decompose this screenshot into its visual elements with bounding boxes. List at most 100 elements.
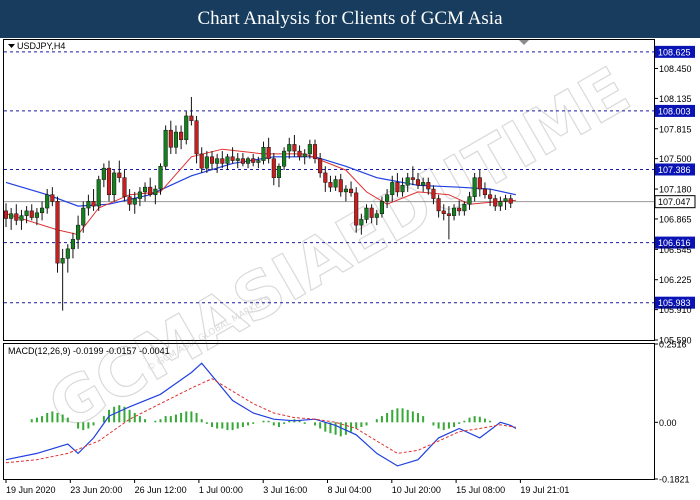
- candle-body[interactable]: [302, 153, 307, 158]
- candle-body[interactable]: [472, 177, 477, 197]
- candle-body[interactable]: [354, 192, 359, 226]
- candle-body[interactable]: [395, 182, 400, 193]
- candle-body[interactable]: [45, 194, 50, 209]
- candle-body[interactable]: [70, 239, 76, 250]
- candle-body[interactable]: [235, 158, 240, 161]
- candle-body[interactable]: [209, 156, 215, 164]
- candle-body[interactable]: [148, 186, 153, 195]
- candle-body[interactable]: [369, 207, 374, 218]
- candle-body[interactable]: [173, 131, 178, 148]
- candle-body[interactable]: [307, 144, 312, 155]
- candle-body[interactable]: [405, 177, 410, 186]
- chart-shift-marker-icon[interactable]: [519, 40, 529, 45]
- candle-body[interactable]: [374, 213, 379, 218]
- candle-body[interactable]: [312, 144, 318, 159]
- candle-body[interactable]: [503, 198, 508, 202]
- candle-body[interactable]: [338, 179, 343, 193]
- candle-body[interactable]: [143, 186, 148, 193]
- candle-body[interactable]: [390, 182, 395, 195]
- dropdown-triangle-icon[interactable]: [8, 44, 15, 48]
- candle-body[interactable]: [261, 147, 266, 161]
- candle-body[interactable]: [132, 198, 137, 205]
- candle-body[interactable]: [488, 194, 493, 199]
- candle-body[interactable]: [359, 219, 364, 226]
- candle-body[interactable]: [127, 196, 132, 205]
- candle-body[interactable]: [400, 185, 405, 193]
- candle-body[interactable]: [431, 188, 436, 199]
- candle-body[interactable]: [184, 115, 189, 140]
- candle-body[interactable]: [153, 188, 158, 195]
- candle-body[interactable]: [379, 201, 384, 214]
- candle-body[interactable]: [328, 182, 333, 188]
- candle-body[interactable]: [436, 198, 441, 212]
- candle-body[interactable]: [498, 201, 503, 207]
- chart-area[interactable]: GCMASIAEDUTIME © GCM ASIA GLOBAL MARKETS…: [0, 38, 700, 500]
- candle-body[interactable]: [86, 201, 91, 209]
- candle-body[interactable]: [441, 210, 446, 214]
- candle-body[interactable]: [421, 182, 426, 186]
- candle-body[interactable]: [60, 258, 65, 264]
- candle-body[interactable]: [462, 203, 467, 212]
- candle-body[interactable]: [112, 172, 117, 195]
- candle-body[interactable]: [246, 158, 251, 164]
- candle-body[interactable]: [34, 212, 39, 218]
- candle-body[interactable]: [96, 179, 101, 207]
- candle-body[interactable]: [29, 210, 34, 218]
- candle-body[interactable]: [287, 144, 292, 152]
- candle-body[interactable]: [482, 188, 487, 195]
- candle-body[interactable]: [457, 207, 462, 212]
- candle-body[interactable]: [323, 172, 328, 183]
- candle-body[interactable]: [101, 167, 106, 180]
- candle-body[interactable]: [426, 182, 431, 190]
- candle-body[interactable]: [194, 120, 199, 155]
- candle-body[interactable]: [55, 201, 60, 264]
- candle-body[interactable]: [137, 191, 142, 199]
- candle-body[interactable]: [3, 210, 9, 219]
- candle-body[interactable]: [508, 198, 513, 204]
- candle-body[interactable]: [163, 129, 168, 167]
- candle-body[interactable]: [415, 179, 421, 186]
- candle-body[interactable]: [168, 129, 173, 148]
- candle-body[interactable]: [81, 207, 86, 226]
- candle-body[interactable]: [204, 156, 209, 169]
- candle-body[interactable]: [117, 172, 122, 178]
- candle-body[interactable]: [467, 196, 472, 205]
- candle-body[interactable]: [106, 167, 112, 195]
- candle-body[interactable]: [40, 207, 45, 214]
- candle-body[interactable]: [477, 177, 482, 190]
- candle-body[interactable]: [50, 194, 55, 202]
- candle-body[interactable]: [364, 207, 369, 220]
- candle-body[interactable]: [240, 158, 245, 164]
- candle-body[interactable]: [251, 158, 256, 163]
- candle-body[interactable]: [199, 153, 204, 169]
- candle-body[interactable]: [292, 144, 297, 152]
- candle-body[interactable]: [333, 179, 338, 188]
- candle-body[interactable]: [343, 188, 348, 193]
- candle-body[interactable]: [276, 166, 281, 178]
- candle-body[interactable]: [19, 215, 24, 221]
- candle-body[interactable]: [9, 213, 14, 219]
- candle-body[interactable]: [230, 156, 235, 161]
- candle-body[interactable]: [282, 150, 287, 167]
- candle-body[interactable]: [493, 198, 498, 207]
- candle-body[interactable]: [225, 156, 230, 164]
- candle-body[interactable]: [122, 177, 127, 197]
- candle-body[interactable]: [256, 160, 261, 163]
- candle-body[interactable]: [266, 147, 271, 159]
- candle-body[interactable]: [452, 207, 457, 216]
- candle-body[interactable]: [189, 115, 194, 121]
- candle-body[interactable]: [220, 158, 225, 164]
- candle-body[interactable]: [385, 194, 390, 202]
- candle-body[interactable]: [24, 210, 29, 216]
- candle-body[interactable]: [349, 188, 354, 194]
- candle-body[interactable]: [65, 248, 70, 259]
- candle-body[interactable]: [215, 158, 220, 164]
- candle-body[interactable]: [446, 213, 451, 216]
- candle-body[interactable]: [76, 224, 81, 240]
- candle-body[interactable]: [297, 150, 302, 158]
- candle-body[interactable]: [14, 213, 19, 221]
- candle-body[interactable]: [158, 166, 163, 190]
- candle-body[interactable]: [271, 158, 276, 178]
- candle-body[interactable]: [318, 158, 323, 174]
- candle-body[interactable]: [179, 131, 184, 140]
